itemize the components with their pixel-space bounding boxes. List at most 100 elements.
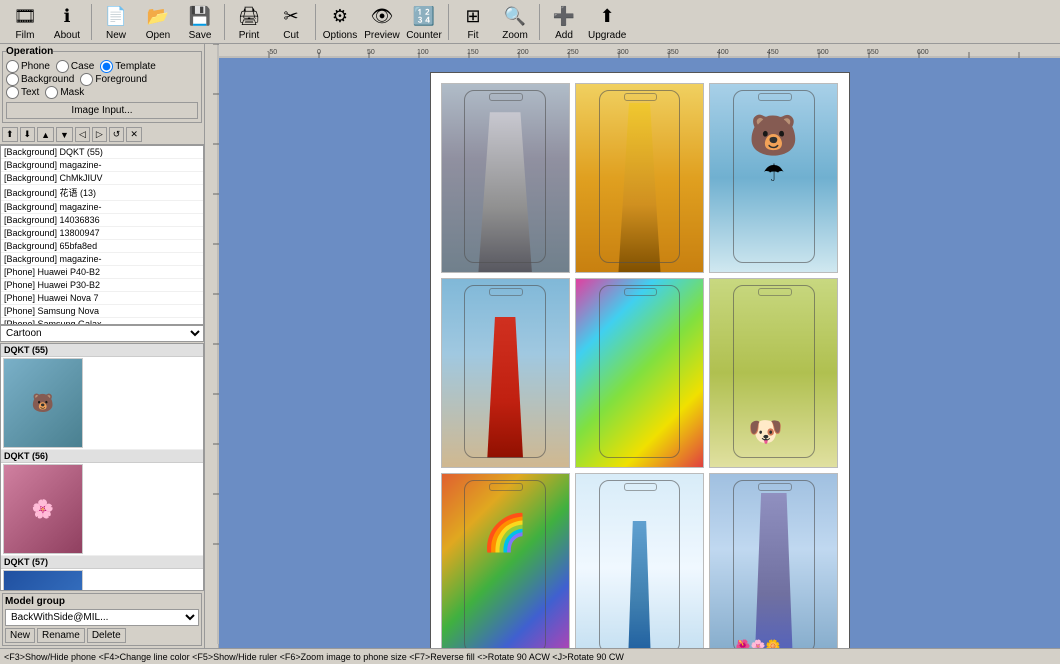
phone-card-2[interactable] — [575, 83, 704, 273]
radio-text[interactable]: Text — [6, 86, 39, 99]
toolbar-add[interactable]: ➕ Add — [546, 2, 582, 41]
layer-item[interactable]: [Background] DQKT (55) — [1, 146, 203, 159]
layer-item[interactable]: [Phone] Samsung Galax — [1, 318, 203, 325]
canvas-area[interactable]: -50 0 50 100 150 200 250 300 350 400 450… — [205, 44, 1060, 648]
cut-icon: ✂ — [277, 2, 305, 30]
radio-phone-label: Phone — [21, 61, 50, 72]
model-group-select[interactable]: BackWithSide@MIL... — [5, 609, 199, 626]
layer-tool-btn-3[interactable]: ▲ — [37, 127, 54, 142]
model-group-rename-btn[interactable]: Rename — [37, 628, 85, 643]
status-bar: <F3>Show/Hide phone <F4>Change line colo… — [0, 648, 1060, 664]
toolbar-zoom[interactable]: 🔍 Zoom — [497, 2, 533, 41]
thumbnail-list[interactable]: DQKT (55) 🐻 DQKT (56) 🌸 DQKT (57) — [0, 343, 204, 591]
layer-tool-btn-5[interactable]: ◁ — [75, 127, 90, 142]
radio-case-input[interactable] — [56, 60, 69, 73]
layer-item[interactable]: [Phone] Samsung Nova — [1, 305, 203, 318]
toolbar-counter[interactable]: 🔢 Counter — [406, 2, 442, 41]
radio-phone-input[interactable] — [6, 60, 19, 73]
operation-radio-row3: Text Mask — [6, 86, 198, 99]
thumb-label-57: DQKT (57) — [1, 556, 203, 569]
layer-tool-btn-6[interactable]: ▷ — [92, 127, 107, 142]
toolbar-sep-2 — [224, 4, 225, 40]
layer-tool-btn-2[interactable]: ⬇ — [20, 127, 36, 142]
layer-item[interactable]: [Phone] Huawei P40-B2 — [1, 266, 203, 279]
radio-foreground-input[interactable] — [80, 73, 93, 86]
toolbar-new[interactable]: 📄 New — [98, 2, 134, 41]
layer-tool-btn-8[interactable]: ✕ — [126, 127, 142, 142]
toolbar-counter-label: Counter — [406, 30, 442, 41]
phone-card-9[interactable]: 🌺🌸🌼 — [709, 473, 838, 648]
radio-mask-input[interactable] — [45, 86, 58, 99]
radio-mask[interactable]: Mask — [45, 86, 84, 99]
thumb-img-56: 🌸 — [3, 464, 83, 554]
card-photo-3: 🐻 ☂ — [710, 84, 837, 272]
toolbar-options-label: Options — [323, 30, 357, 41]
phone-card-6[interactable]: 🐶 — [709, 278, 838, 468]
operation-legend: Operation — [6, 46, 53, 57]
fit-icon: ⊞ — [459, 2, 487, 30]
toolbar-preview[interactable]: 👁 Preview — [364, 2, 400, 41]
layer-item[interactable]: [Background] 花语 (13) — [1, 185, 203, 201]
film-icon: 🎞 — [11, 2, 39, 30]
print-icon: 🖨 — [235, 2, 263, 30]
card-inner-6: 🐶 — [710, 279, 837, 467]
svg-text:250: 250 — [567, 49, 579, 56]
radio-foreground[interactable]: Foreground — [80, 73, 147, 86]
toolbar-cut[interactable]: ✂ Cut — [273, 2, 309, 41]
radio-phone[interactable]: Phone — [6, 60, 50, 73]
model-group-delete-btn[interactable]: Delete — [87, 628, 126, 643]
phone-card-5[interactable] — [575, 278, 704, 468]
toolbar-save[interactable]: 💾 Save — [182, 2, 218, 41]
thumbnail-item-56[interactable]: 🌸 — [1, 463, 203, 556]
radio-background[interactable]: Background — [6, 73, 74, 86]
toolbar-about[interactable]: ℹ About — [49, 2, 85, 41]
about-icon: ℹ — [53, 2, 81, 30]
toolbar-about-label: About — [54, 30, 80, 41]
layer-item[interactable]: [Background] magazine- — [1, 159, 203, 172]
card-inner-8 — [576, 474, 703, 648]
layer-item[interactable]: [Phone] Huawei P30-B2 — [1, 279, 203, 292]
thumbnail-item-57[interactable]: 🌊 — [1, 569, 203, 591]
thumbnail-item-55[interactable]: 🐻 — [1, 357, 203, 450]
radio-mask-label: Mask — [60, 87, 84, 98]
radio-text-label: Text — [21, 87, 39, 98]
radio-text-input[interactable] — [6, 86, 19, 99]
phone-card-8[interactable] — [575, 473, 704, 648]
layer-item[interactable]: [Background] magazine- — [1, 201, 203, 214]
card-inner-9: 🌺🌸🌼 — [710, 474, 837, 648]
radio-template-input[interactable] — [100, 60, 113, 73]
layer-item[interactable]: [Background] ChMkJIUV — [1, 172, 203, 185]
layer-item[interactable]: [Phone] Huawei Nova 7 — [1, 292, 203, 305]
phone-card-1[interactable] — [441, 83, 570, 273]
toolbar-open[interactable]: 📂 Open — [140, 2, 176, 41]
toolbar-print[interactable]: 🖨 Print — [231, 2, 267, 41]
layer-tool-btn-4[interactable]: ▼ — [56, 127, 73, 142]
radio-background-input[interactable] — [6, 73, 19, 86]
toolbar-sep-5 — [539, 4, 540, 40]
toolbar-film[interactable]: 🎞 Film — [7, 2, 43, 41]
toolbar-options[interactable]: ⚙ Options — [322, 2, 358, 41]
card-inner-5 — [576, 279, 703, 467]
svg-text:100: 100 — [417, 49, 429, 56]
layer-tool-btn-1[interactable]: ⬆ — [2, 127, 18, 142]
thumb-label-56: DQKT (56) — [1, 450, 203, 463]
phone-card-4[interactable] — [441, 278, 570, 468]
layer-item[interactable]: [Background] 65bfa8ed — [1, 240, 203, 253]
category-dropdown[interactable]: Cartoon Animals Abstract — [0, 325, 204, 342]
radio-case[interactable]: Case — [56, 60, 94, 73]
card-photo-9: 🌺🌸🌼 — [710, 474, 837, 648]
phone-card-3[interactable]: 🐻 ☂ — [709, 83, 838, 273]
canvas-page: 🐻 ☂ — [430, 72, 850, 648]
phone-card-7[interactable]: 🌈 — [441, 473, 570, 648]
layer-item[interactable]: [Background] 13800947 — [1, 227, 203, 240]
image-input-button[interactable]: Image Input... — [6, 102, 198, 119]
radio-template[interactable]: Template — [100, 60, 156, 73]
toolbar-fit[interactable]: ⊞ Fit — [455, 2, 491, 41]
card-inner-3: 🐻 ☂ — [710, 84, 837, 272]
model-group-new-btn[interactable]: New — [5, 628, 35, 643]
layer-item[interactable]: [Background] 14036836 — [1, 214, 203, 227]
toolbar-upgrade[interactable]: ⬆ Upgrade — [588, 2, 626, 41]
layer-list[interactable]: [Background] DQKT (55) [Background] maga… — [0, 145, 204, 325]
layer-item[interactable]: [Background] magazine- — [1, 253, 203, 266]
layer-tool-btn-7[interactable]: ↺ — [109, 127, 125, 142]
